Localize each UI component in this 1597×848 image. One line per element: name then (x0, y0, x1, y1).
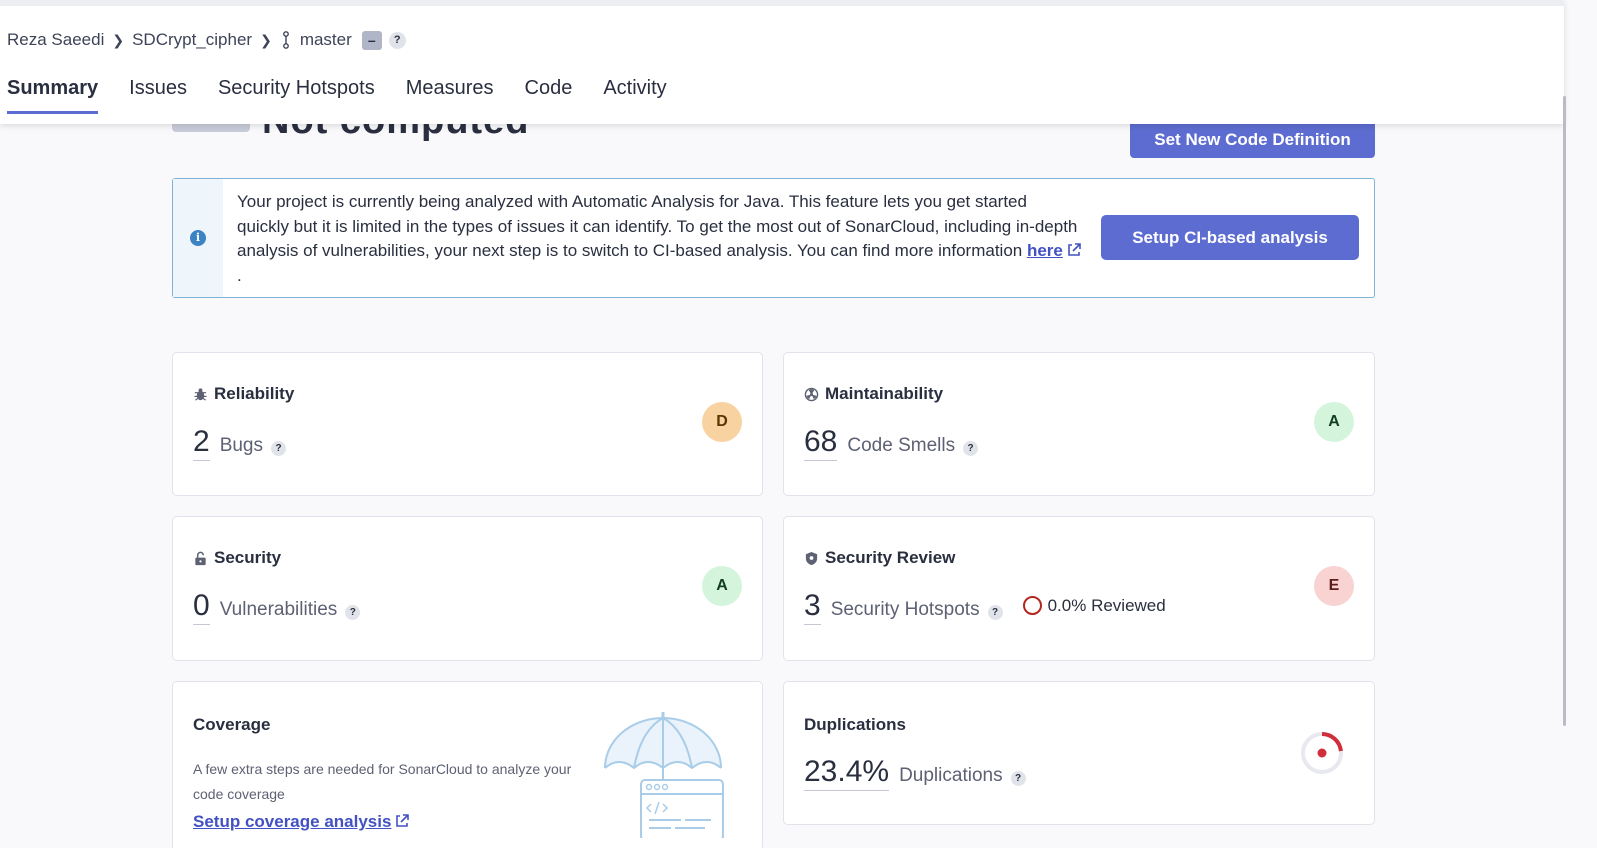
security-card: Security 0 Vulnerabilities ? A (172, 516, 763, 661)
external-link-icon (1068, 243, 1081, 256)
bugs-metric: 2 Bugs ? (193, 425, 286, 461)
branch-status-badge[interactable]: – (361, 30, 382, 50)
breadcrumb: Reza Saeedi ❯ SDCrypt_cipher ❯ master – … (7, 30, 406, 50)
coverage-message: A few extra steps are needed for SonarCl… (193, 761, 572, 802)
bugs-label: Bugs (219, 435, 263, 456)
vulnerabilities-count[interactable]: 0 (193, 589, 210, 625)
branch-icon (282, 31, 289, 49)
tab-measures[interactable]: Measures (406, 77, 494, 114)
bugs-help-icon[interactable]: ? (271, 441, 286, 456)
chevron-right-icon: ❯ (112, 31, 125, 48)
umbrella-illustration-icon (604, 712, 724, 838)
project-tabs: Summary Issues Security Hotspots Measure… (7, 77, 698, 114)
hotspots-metric: 3 Security Hotspots ? 0.0% Reviewed (804, 589, 1166, 625)
setup-ci-analysis-button[interactable]: Setup CI-based analysis (1101, 215, 1359, 260)
duplications-title: Duplications (804, 715, 907, 734)
duplications-gauge-icon (1301, 732, 1343, 774)
breadcrumb-organization[interactable]: Reza Saeedi (7, 30, 104, 50)
banner-link-label: here (1026, 241, 1063, 260)
chevron-right-icon: ❯ (260, 31, 272, 48)
hotspots-label: Security Hotspots (830, 599, 980, 620)
maintainability-rating-badge[interactable]: A (1314, 402, 1354, 442)
tab-activity[interactable]: Activity (603, 77, 666, 114)
tab-summary[interactable]: Summary (7, 77, 99, 114)
security-review-card: Security Review 3 Security Hotspots ? 0.… (783, 516, 1375, 661)
duplications-help-icon[interactable]: ? (1010, 771, 1026, 786)
hotspots-count[interactable]: 3 (804, 589, 821, 625)
breadcrumb-project[interactable]: SDCrypt_cipher (132, 30, 252, 50)
maintainability-card: Maintainability 68 Code Smells ? A (783, 352, 1375, 496)
duplications-card: Duplications 23.4% Duplications ? (783, 681, 1375, 825)
banner-message: Your project is currently being analyzed… (237, 190, 1082, 288)
banner-here-link[interactable]: here (1027, 241, 1082, 260)
code-smells-label: Code Smells (847, 435, 956, 456)
security-rating-badge[interactable]: A (702, 566, 742, 606)
tab-security-hotspots[interactable]: Security Hotspots (218, 77, 375, 114)
duplications-gauge-arc (1321, 732, 1343, 752)
reviewed-percent: 0.0% Reviewed (1047, 595, 1166, 615)
tab-code[interactable]: Code (525, 77, 573, 114)
tab-issues[interactable]: Issues (129, 77, 187, 114)
security-review-rating-badge[interactable]: E (1314, 566, 1354, 606)
reliability-card: Reliability 2 Bugs ? D (172, 352, 763, 496)
code-smells-help-icon[interactable]: ? (963, 441, 979, 456)
page-scrollbar[interactable] (1563, 96, 1566, 726)
code-smells-metric: 68 Code Smells ? (804, 425, 979, 461)
project-header: Reza Saeedi ❯ SDCrypt_cipher ❯ master – … (0, 0, 1564, 124)
coverage-title: Coverage (193, 715, 271, 734)
bugs-count[interactable]: 2 (193, 425, 210, 461)
overview-content: Not computed Set New Code Definition i Y… (0, 0, 1597, 848)
vulnerabilities-help-icon[interactable]: ? (345, 605, 361, 620)
reliability-title: Reliability (193, 384, 294, 404)
coverage-card: Coverage A few extra steps are needed fo… (172, 681, 763, 848)
security-title: Security (193, 548, 281, 568)
maintainability-label: Maintainability (825, 384, 944, 403)
banner-text: Your project is currently being analyzed… (237, 192, 1078, 260)
setup-coverage-label: Setup coverage analysis (193, 812, 392, 831)
duplications-label: Duplications (899, 765, 1003, 786)
duplications-metric: 23.4% Duplications ? (804, 755, 1026, 791)
lock-icon (195, 551, 206, 565)
setup-coverage-link[interactable]: Setup coverage analysis (193, 812, 410, 832)
vulnerabilities-metric: 0 Vulnerabilities ? (193, 589, 361, 625)
automatic-analysis-banner: i Your project is currently being analyz… (172, 178, 1375, 298)
external-link-icon (396, 814, 410, 827)
radiation-icon (804, 387, 819, 401)
banner-suffix: . (237, 265, 242, 285)
hotspots-help-icon[interactable]: ? (987, 605, 1003, 620)
bug-icon (194, 387, 207, 401)
security-review-label: Security Review (825, 548, 956, 567)
shield-icon (805, 551, 818, 565)
reliability-label: Reliability (214, 384, 295, 403)
branch-help-icon[interactable]: ? (388, 31, 406, 49)
hotspots-reviewed: 0.0% Reviewed (1022, 595, 1166, 616)
reviewed-ring-icon (1022, 596, 1042, 615)
breadcrumb-branch[interactable]: master (300, 30, 352, 50)
security-label: Security (214, 548, 282, 567)
reliability-rating-badge[interactable]: D (702, 402, 742, 442)
maintainability-title: Maintainability (804, 384, 943, 404)
duplications-percent[interactable]: 23.4% (804, 755, 890, 791)
banner-stripe: i (173, 179, 223, 297)
vulnerabilities-label: Vulnerabilities (219, 599, 338, 620)
info-icon: i (190, 230, 206, 246)
code-smells-count[interactable]: 68 (804, 425, 838, 461)
security-review-title: Security Review (804, 548, 955, 568)
